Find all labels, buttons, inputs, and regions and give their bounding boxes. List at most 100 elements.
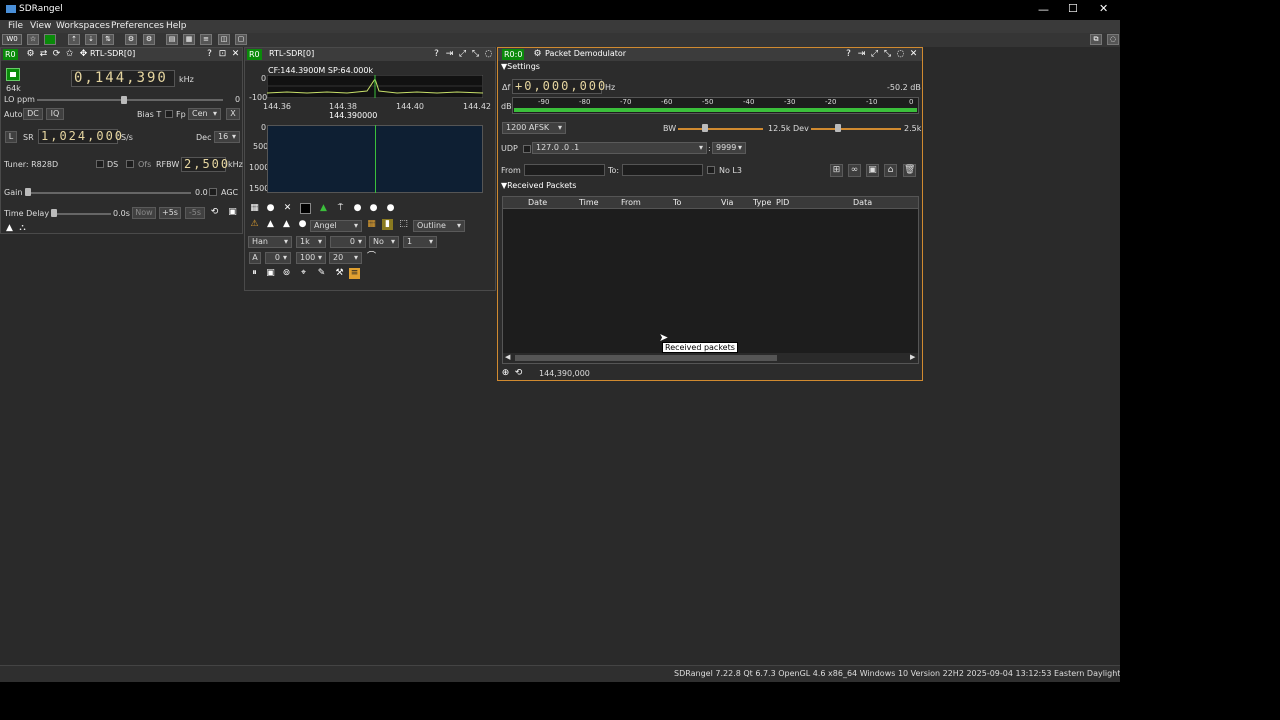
add-feature2-icon[interactable]: ⚙ bbox=[143, 34, 155, 45]
ref-spinner[interactable]: 0 bbox=[265, 252, 291, 264]
close-panel-icon[interactable]: ✕ bbox=[230, 49, 241, 60]
menu-file[interactable]: File bbox=[8, 21, 23, 31]
demod-help-icon[interactable]: ? bbox=[843, 49, 854, 60]
settings-section[interactable]: ▼Settings bbox=[501, 62, 540, 71]
favorite-icon[interactable]: ☆ bbox=[27, 34, 39, 45]
expand-up-icon[interactable]: ▲ bbox=[4, 223, 15, 234]
black-square-icon[interactable] bbox=[300, 203, 311, 214]
triangle-green-icon[interactable]: ▲ bbox=[318, 203, 329, 214]
menu-preferences[interactable]: Preferences bbox=[111, 21, 164, 31]
peak-icon[interactable]: ▲ bbox=[265, 219, 276, 230]
received-section[interactable]: ▼Received Packets bbox=[501, 181, 576, 190]
dot-icon[interactable]: ● bbox=[297, 219, 308, 230]
dev-slider[interactable] bbox=[811, 128, 901, 130]
udp-checkbox[interactable] bbox=[523, 145, 531, 153]
modulation-combo[interactable]: 1200 AFSK bbox=[502, 122, 566, 134]
reload-icon[interactable]: ⟳ bbox=[51, 49, 62, 60]
bar-icon[interactable]: ▮ bbox=[382, 219, 393, 230]
col-date[interactable]: Date bbox=[528, 198, 547, 207]
save-packets-icon[interactable]: ▣ bbox=[866, 164, 879, 177]
a-button[interactable]: A bbox=[249, 252, 261, 264]
col-data[interactable]: Data bbox=[853, 198, 872, 207]
broadcast-icon[interactable]: ⊚ bbox=[281, 268, 292, 279]
rfbw-display[interactable]: 2,500 bbox=[181, 157, 228, 172]
demod-full-icon[interactable]: ⤡ bbox=[882, 49, 893, 60]
add-tx-icon[interactable]: ⇣ bbox=[85, 34, 97, 45]
col-type[interactable]: Type bbox=[753, 198, 771, 207]
warning-icon[interactable]: ⚠ bbox=[249, 219, 260, 230]
circle4-icon[interactable]: ● bbox=[385, 203, 396, 214]
palette-combo[interactable]: Angel bbox=[310, 220, 362, 232]
dev-knob[interactable] bbox=[835, 124, 841, 132]
time-delay-slider[interactable] bbox=[51, 213, 111, 215]
avg-combo[interactable]: 1 bbox=[403, 236, 437, 248]
spectrum-hide-icon[interactable]: ◌ bbox=[483, 49, 494, 60]
sample-rate-display[interactable]: 1,024,000 bbox=[38, 129, 122, 144]
settings-icon[interactable]: ⚙ bbox=[25, 49, 36, 60]
l-button[interactable]: L bbox=[5, 131, 17, 143]
demod-max-icon[interactable]: ⤢ bbox=[869, 49, 880, 60]
lo-ppm-knob[interactable] bbox=[121, 96, 127, 104]
list-icon[interactable]: ≡ bbox=[349, 268, 360, 279]
col-via[interactable]: Via bbox=[721, 198, 733, 207]
stack-icon[interactable]: ≡ bbox=[200, 34, 212, 45]
antenna-icon[interactable]: ⍑ bbox=[335, 203, 346, 214]
horizontal-scrollbar[interactable]: ◀ ▶ bbox=[503, 353, 918, 363]
maximize-button[interactable]: ☐ bbox=[1068, 2, 1078, 15]
open-icon[interactable]: ⌂ bbox=[884, 164, 897, 177]
cascade-icon[interactable]: ▤ bbox=[166, 34, 178, 45]
target-icon[interactable]: ⌖ bbox=[298, 268, 309, 279]
bw-slider[interactable] bbox=[678, 128, 763, 130]
time-delay-knob[interactable] bbox=[51, 209, 57, 217]
demod-settings-icon[interactable]: ⚙ bbox=[532, 49, 543, 60]
delta-f-display[interactable]: +0,000,000 bbox=[512, 79, 605, 94]
udp-address-input[interactable]: 127.0 .0 .1 bbox=[532, 142, 707, 154]
spectrum-full-icon[interactable]: ⤡ bbox=[470, 49, 481, 60]
col-to[interactable]: To bbox=[673, 198, 681, 207]
demod-hide-icon[interactable]: ◌ bbox=[895, 49, 906, 60]
plus5-button[interactable]: +5s bbox=[159, 207, 181, 219]
col-pid[interactable]: PID bbox=[776, 198, 789, 207]
udp-port-input[interactable]: 9999 bbox=[712, 142, 746, 154]
undock-icon[interactable]: ⧉ bbox=[1090, 34, 1102, 45]
frequency-lock-icon[interactable]: ⟲ bbox=[513, 368, 524, 379]
to-filter-input[interactable] bbox=[622, 164, 703, 176]
swap-icon[interactable]: ⇄ bbox=[38, 49, 49, 60]
ruler-icon[interactable]: ✎ bbox=[316, 268, 327, 279]
save-icon[interactable]: ▣ bbox=[227, 207, 238, 218]
stack-sub-icon[interactable]: ◫ bbox=[218, 34, 230, 45]
bias-t-checkbox[interactable] bbox=[165, 110, 173, 118]
circle2-icon[interactable]: ● bbox=[352, 203, 363, 214]
star-icon[interactable]: ✩ bbox=[64, 49, 75, 60]
workspace-button[interactable]: W0 bbox=[2, 34, 22, 45]
demod-move-icon[interactable]: ⇥ bbox=[856, 49, 867, 60]
scroll-thumb[interactable] bbox=[515, 355, 777, 361]
dc-button[interactable]: DC bbox=[23, 108, 43, 120]
spectrum-help-icon[interactable]: ? bbox=[431, 49, 442, 60]
mode-combo[interactable]: Outline bbox=[413, 220, 465, 232]
agc-checkbox[interactable] bbox=[209, 188, 217, 196]
grid2-icon[interactable]: ▦ bbox=[366, 219, 377, 230]
circle1-icon[interactable]: ● bbox=[265, 203, 276, 214]
now-button[interactable]: Now bbox=[132, 207, 156, 219]
rate-combo[interactable]: 20 bbox=[329, 252, 362, 264]
add-rx-icon[interactable]: ⇡ bbox=[68, 34, 80, 45]
shrink-icon[interactable]: ⊡ bbox=[217, 49, 228, 60]
minimize-button[interactable]: — bbox=[1038, 3, 1049, 16]
pause-icon[interactable]: ⏸ bbox=[249, 268, 260, 279]
menu-workspaces[interactable]: Workspaces bbox=[56, 21, 110, 31]
scroll-right-icon[interactable]: ▶ bbox=[910, 353, 915, 361]
menu-view[interactable]: View bbox=[30, 21, 51, 31]
range-spinner[interactable]: 100 bbox=[296, 252, 326, 264]
link-icon[interactable]: ∞ bbox=[848, 164, 861, 177]
fp-combo[interactable]: Cen bbox=[188, 108, 221, 120]
ds-checkbox[interactable] bbox=[96, 160, 104, 168]
fill-icon[interactable]: ⬚ bbox=[398, 219, 409, 230]
fullscreen-icon[interactable]: ▢ bbox=[235, 34, 247, 45]
menu-help[interactable]: Help bbox=[166, 21, 187, 31]
spectrum-max-icon[interactable]: ⤢ bbox=[457, 49, 468, 60]
x-button[interactable]: X bbox=[226, 108, 240, 120]
packets-table[interactable]: Date Time From To Via Type PID Data ◀ ▶ bbox=[502, 196, 919, 364]
no-l3-checkbox[interactable] bbox=[707, 166, 715, 174]
peak2-icon[interactable]: ▲ bbox=[281, 219, 292, 230]
